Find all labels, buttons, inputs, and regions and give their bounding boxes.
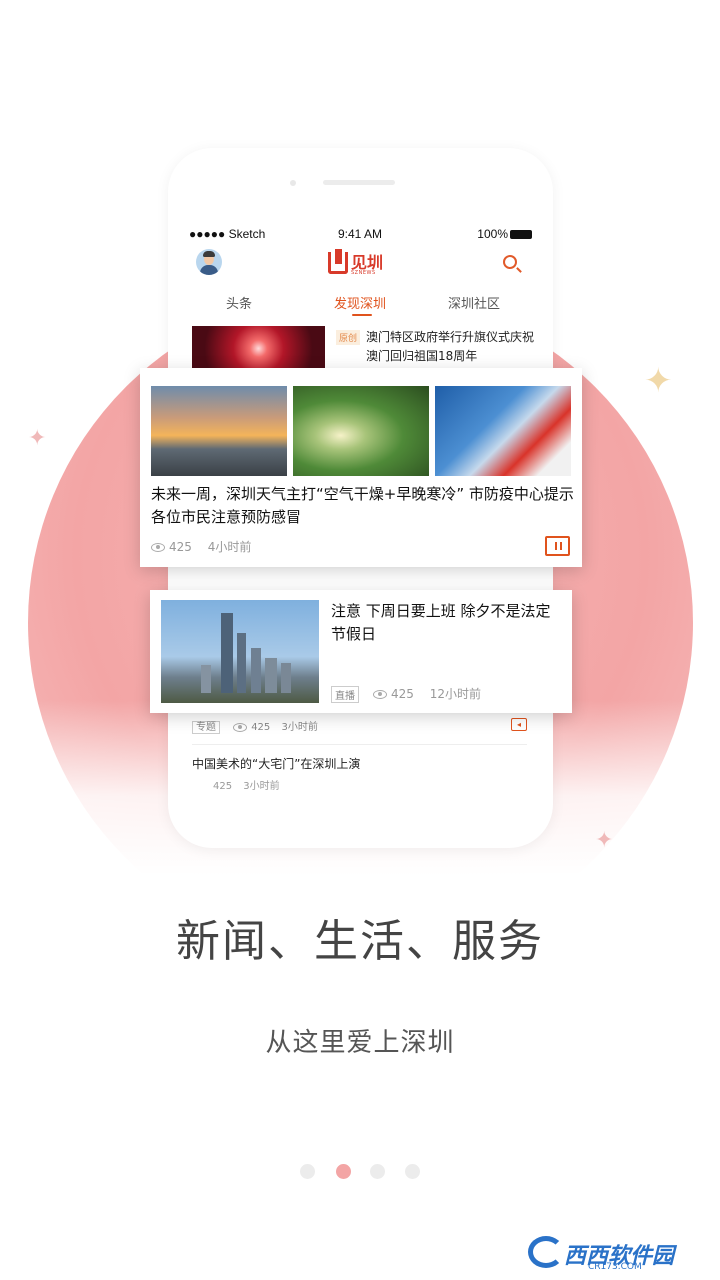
page-indicator: [300, 1164, 430, 1180]
page-dot[interactable]: [300, 1164, 315, 1179]
sparkle-icon: ✦: [28, 426, 47, 451]
card-meta: 425 12小时前: [373, 685, 481, 702]
watermark-logo-icon: [528, 1236, 564, 1268]
view-count: 425: [213, 781, 233, 792]
list-item-meta: 专题 425 3小时前 ◂: [192, 718, 527, 734]
app-logo: 见圳 SZNEWS: [328, 249, 384, 276]
watermark: 西西软件园 CR173.COM: [528, 1232, 700, 1272]
publish-time: 3小时前: [243, 781, 280, 792]
active-tab-indicator: [352, 314, 372, 316]
card-title: 注意 下周日要上班 除夕不是法定节假日: [331, 602, 551, 643]
status-bar: ●●●●● Sketch 9:41 AM 100%: [183, 218, 538, 248]
search-icon[interactable]: [503, 255, 517, 269]
page-dot-active[interactable]: [336, 1164, 351, 1179]
promo-headline: 新闻、生活、服务: [176, 916, 544, 967]
featured-news-card[interactable]: 未来一周，深圳天气主打“空气干燥+早晚寒冷” 市防疫中心提示各位市民注意预防感冒…: [140, 368, 582, 567]
avatar[interactable]: [196, 249, 222, 275]
watermark-url: CR173.COM: [588, 1262, 642, 1272]
promo-subline: 从这里爱上深圳: [265, 1028, 455, 1058]
sparkle-icon: ✦: [644, 361, 673, 401]
leaf-photo: [293, 386, 429, 476]
view-count: 425: [169, 540, 192, 554]
tab-bar: 头条 发现深圳 深圳社区: [183, 290, 538, 318]
tab-discover-shenzhen[interactable]: 发现深圳: [334, 293, 386, 312]
view-count: 425: [391, 687, 414, 701]
clock: 9:41 AM: [338, 227, 383, 241]
tab-shenzhen-community[interactable]: 深圳社区: [448, 293, 500, 312]
page-dot[interactable]: [370, 1164, 385, 1179]
battery-icon: [510, 230, 532, 240]
views-icon: [233, 722, 248, 732]
page-dot[interactable]: [405, 1164, 420, 1179]
original-badge: 原创: [336, 330, 361, 345]
view-count: 425: [251, 722, 271, 733]
topic-badge: 专题: [192, 721, 220, 734]
publish-time: 4小时前: [207, 540, 252, 554]
logo-subtext: SZNEWS: [351, 270, 376, 276]
audio-icon[interactable]: ◂: [511, 718, 527, 731]
views-icon: [373, 690, 387, 699]
card-meta: 425 4小时前: [151, 538, 251, 555]
sparkle-icon: ✦: [595, 828, 614, 853]
list-item-meta: 425 3小时前: [213, 777, 280, 792]
app-header: 见圳 SZNEWS: [183, 246, 538, 282]
skyline-photo: [161, 600, 319, 703]
battery-label: 100%: [477, 227, 508, 241]
list-item-title: 澳门特区政府举行升旗仪式庆祝澳门回归祖国18周年: [366, 330, 535, 363]
publish-time: 12小时前: [429, 687, 482, 701]
card-title: 未来一周，深圳天气主打“空气干燥+早晚寒冷” 市防疫中心提示各位市民注意预防感冒: [151, 485, 574, 526]
live-badge: 直播: [331, 686, 359, 703]
tab-headlines[interactable]: 头条: [226, 293, 252, 312]
logo-mark-icon: [328, 249, 348, 274]
battery-indicator: 100%: [477, 227, 532, 241]
news-card[interactable]: 注意 下周日要上班 除夕不是法定节假日 直播 425 12小时前: [150, 590, 572, 713]
publish-time: 3小时前: [281, 722, 318, 733]
pause-icon[interactable]: [545, 536, 570, 556]
list-item-title[interactable]: 中国美术的“大宅门”在深圳上演: [192, 755, 360, 772]
logo-text: 见圳: [351, 253, 384, 272]
sunset-photo: [151, 386, 287, 476]
building-photo: [435, 386, 571, 476]
carrier-label: ●●●●● Sketch: [189, 227, 266, 241]
views-icon: [151, 543, 165, 552]
divider: [192, 744, 527, 745]
